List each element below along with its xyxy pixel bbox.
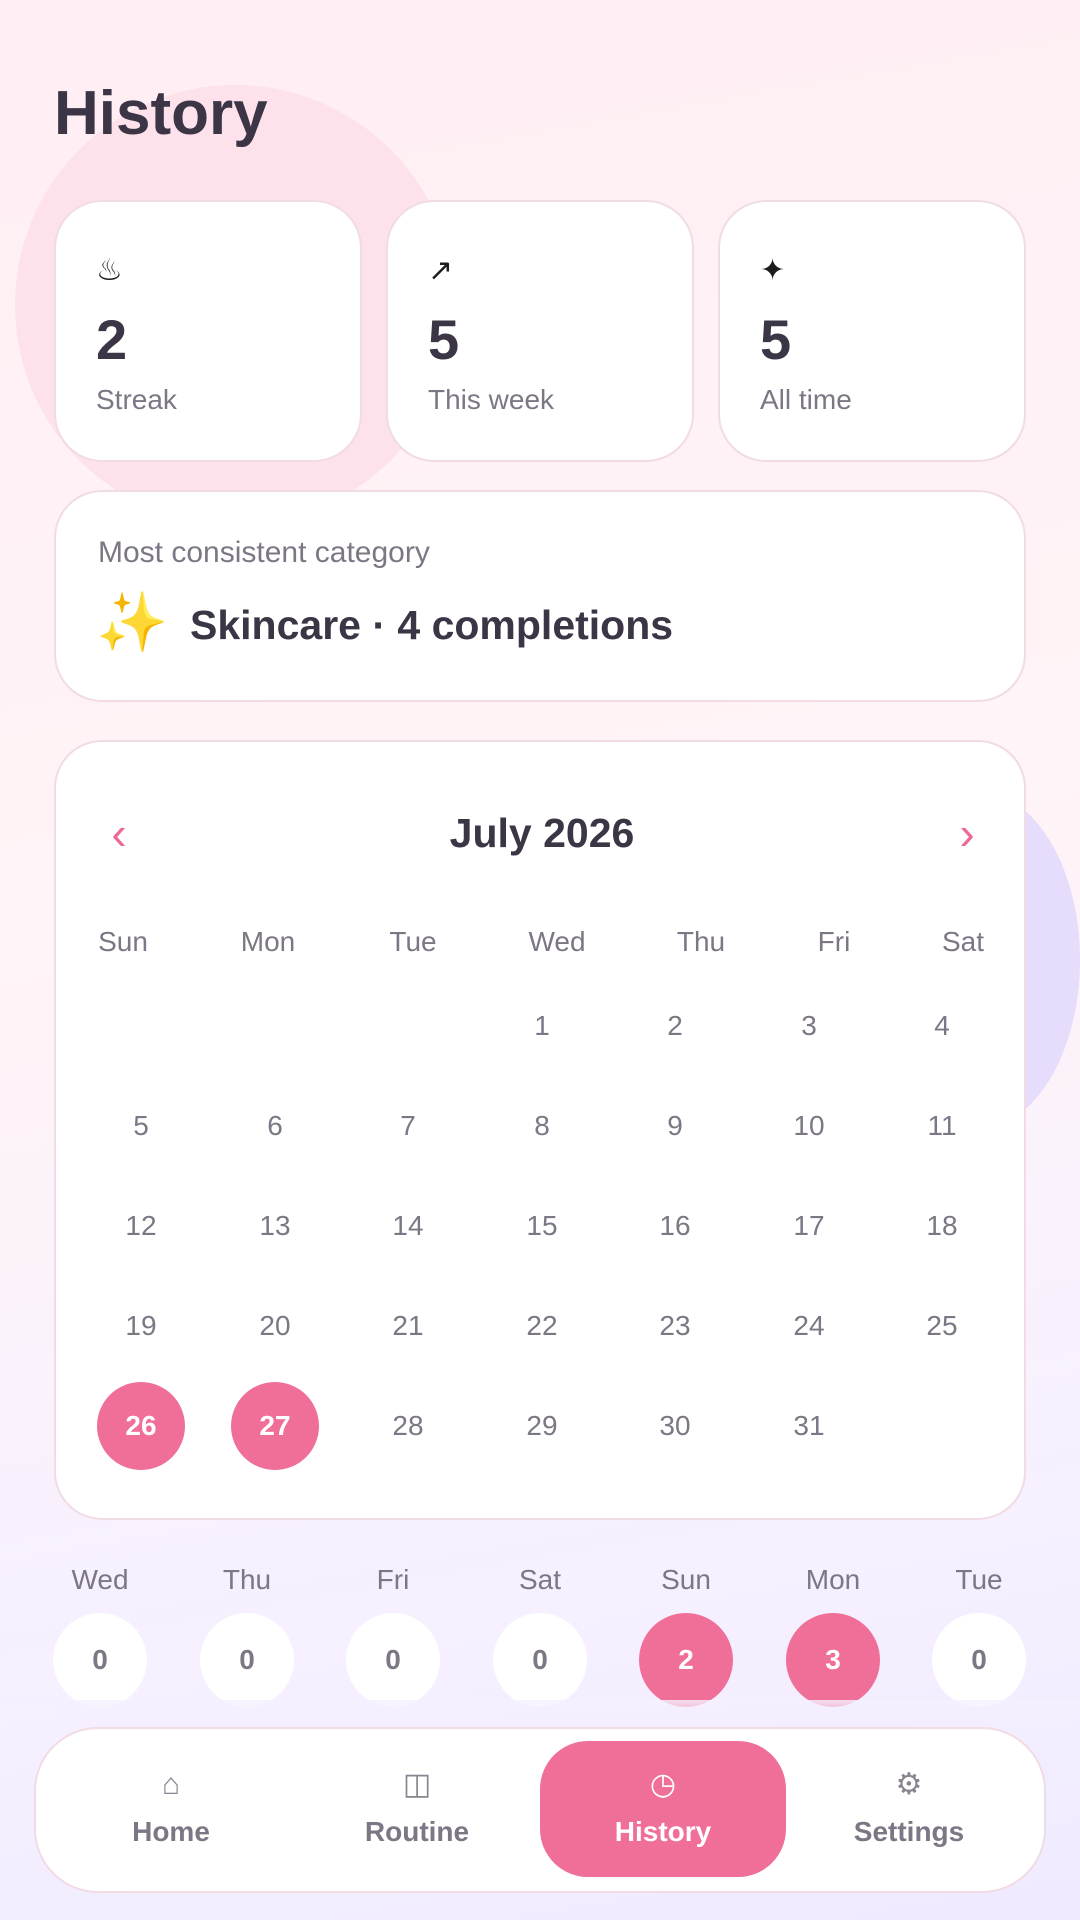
- gear-icon: ⚙: [895, 1768, 923, 1801]
- consistent-category-card: Most consistent category ✨ Skincare · 4 …: [54, 490, 1026, 702]
- stat-value: 2: [96, 308, 128, 371]
- routine-icon: ◫: [402, 1768, 432, 1801]
- week-day-count: 0: [493, 1613, 587, 1707]
- weekday-label: Thu: [676, 926, 726, 957]
- stat-card-this-week: ↗ 5 This week: [386, 200, 694, 462]
- week-day-label: Sat: [518, 1564, 562, 1595]
- arrow-up-right-icon: ↗: [428, 254, 454, 287]
- home-icon: ⌂: [161, 1768, 181, 1801]
- scroll-fade: [0, 1700, 1080, 1730]
- week-day-label: Tue: [955, 1564, 1003, 1595]
- week-day-count: 0: [53, 1613, 147, 1707]
- clock-icon: ◷: [649, 1768, 677, 1801]
- next-month-button[interactable]: ›: [942, 810, 992, 856]
- consistent-category-value: Skincare · 4 completions: [190, 602, 674, 648]
- weekday-label: Tue: [389, 926, 437, 957]
- calendar-day[interactable]: 8: [498, 1082, 586, 1170]
- week-day-label: Sun: [661, 1564, 711, 1595]
- calendar-card: ‹ July 2026 › Sun Mon Tue Wed Thu Fri Sat 1234…: [54, 740, 1026, 1520]
- calendar-day[interactable]: 13: [231, 1182, 319, 1270]
- week-day-label: Wed: [71, 1564, 129, 1595]
- calendar-day[interactable]: 20: [231, 1282, 319, 1370]
- weekday-label: Sun: [98, 926, 148, 957]
- calendar-day[interactable]: 19: [97, 1282, 185, 1370]
- week-day-count: 2: [639, 1613, 733, 1707]
- calendar-day[interactable]: 2: [631, 982, 719, 1070]
- calendar-day[interactable]: 4: [898, 982, 986, 1070]
- weekday-label: Fri: [817, 926, 851, 957]
- sparkle-icon: ✦: [760, 254, 786, 287]
- calendar-day[interactable]: 23: [631, 1282, 719, 1370]
- week-day-count: 3: [786, 1613, 880, 1707]
- calendar-day[interactable]: 22: [498, 1282, 586, 1370]
- stat-value: 5: [428, 308, 460, 371]
- calendar-day[interactable]: 25: [898, 1282, 986, 1370]
- calendar-day[interactable]: 11: [898, 1082, 986, 1170]
- weekday-label: Mon: [240, 926, 296, 957]
- nav-tab-label: Home: [132, 1816, 210, 1847]
- stat-card-all-time: ✦ 5 All time: [718, 200, 1026, 462]
- week-day-label: Mon: [805, 1564, 861, 1595]
- sparkles-icon: ✨: [96, 590, 169, 655]
- calendar-day-completed[interactable]: 27: [231, 1382, 319, 1470]
- week-day-count: 0: [346, 1613, 440, 1707]
- calendar-day[interactable]: 29: [498, 1382, 586, 1470]
- stat-card-streak: ♨ 2 Streak: [54, 200, 362, 462]
- calendar-day[interactable]: 6: [231, 1082, 319, 1170]
- calendar-day[interactable]: 31: [765, 1382, 853, 1470]
- hot-springs-icon: ♨: [96, 254, 123, 287]
- nav-tab-routine[interactable]: ◫ Routine: [294, 1741, 540, 1877]
- stat-value: 5: [760, 308, 792, 371]
- calendar-day[interactable]: 5: [97, 1082, 185, 1170]
- stat-label: Streak: [96, 384, 177, 415]
- calendar-day[interactable]: 16: [631, 1182, 719, 1270]
- calendar-day[interactable]: 24: [765, 1282, 853, 1370]
- calendar-day[interactable]: 7: [364, 1082, 452, 1170]
- calendar-day[interactable]: 30: [631, 1382, 719, 1470]
- weekday-label: Wed: [528, 926, 586, 957]
- stat-label: All time: [760, 384, 852, 415]
- calendar-day[interactable]: 1: [498, 982, 586, 1070]
- stat-label: This week: [428, 384, 555, 415]
- nav-tab-label: Settings: [853, 1816, 965, 1847]
- nav-tab-home[interactable]: ⌂ Home: [48, 1741, 294, 1877]
- nav-tab-settings[interactable]: ⚙ Settings: [786, 1741, 1032, 1877]
- calendar-day[interactable]: 10: [765, 1082, 853, 1170]
- calendar-day-completed[interactable]: 26: [97, 1382, 185, 1470]
- week-day-label: Fri: [376, 1564, 410, 1595]
- calendar-month-title: July 2026: [449, 810, 635, 856]
- nav-tab-label: History: [614, 1816, 712, 1847]
- calendar-day[interactable]: 12: [97, 1182, 185, 1270]
- calendar-day[interactable]: 21: [364, 1282, 452, 1370]
- calendar-day[interactable]: 17: [765, 1182, 853, 1270]
- calendar-day[interactable]: 18: [898, 1182, 986, 1270]
- calendar-day[interactable]: 9: [631, 1082, 719, 1170]
- nav-tab-label: Routine: [364, 1816, 470, 1847]
- bottom-navigation: ⌂ Home ◫ Routine ◷ History ⚙ Settings: [34, 1727, 1046, 1893]
- calendar-day[interactable]: 15: [498, 1182, 586, 1270]
- weekday-label: Sat: [941, 926, 985, 957]
- calendar-day[interactable]: 3: [765, 982, 853, 1070]
- week-day-label: Thu: [222, 1564, 272, 1595]
- week-day-count: 0: [200, 1613, 294, 1707]
- calendar-day[interactable]: 14: [364, 1182, 452, 1270]
- nav-tab-history[interactable]: ◷ History: [540, 1741, 786, 1877]
- page-title: History: [54, 79, 268, 148]
- calendar-day[interactable]: 28: [364, 1382, 452, 1470]
- week-day-count: 0: [932, 1613, 1026, 1707]
- consistent-category-heading: Most consistent category: [98, 536, 430, 569]
